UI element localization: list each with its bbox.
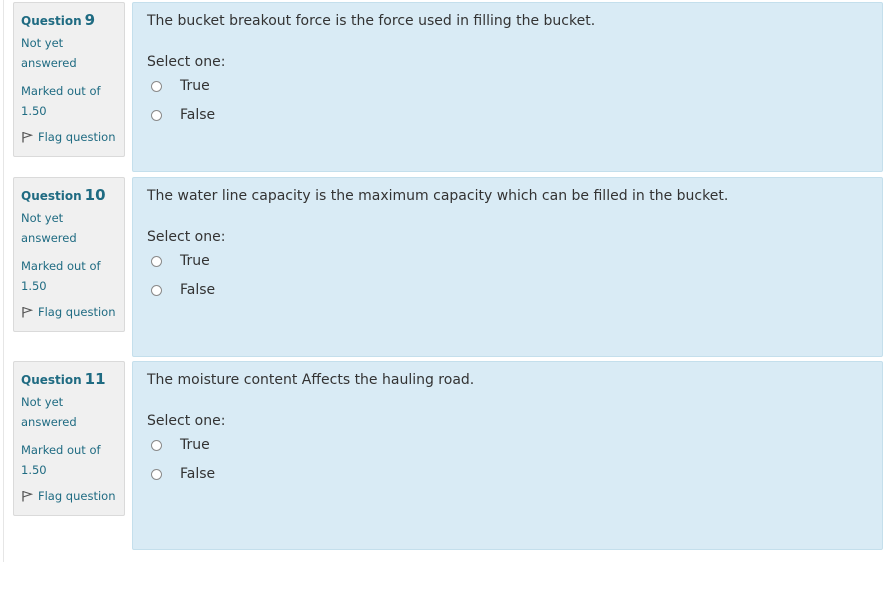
question-number: Question 10: [21, 186, 124, 204]
flag-label: Flag question: [38, 305, 116, 319]
flag-icon: [22, 490, 33, 502]
flag-icon: [22, 131, 33, 143]
question-number: Question 11: [21, 370, 124, 388]
question-number-value: 10: [84, 186, 106, 204]
question-number: Question 9: [21, 11, 124, 29]
question-content: The water line capacity is the maximum c…: [132, 177, 883, 357]
grade-line-2: 1.50: [21, 104, 47, 118]
flag-icon: [22, 306, 33, 318]
page-left-border: [3, 0, 4, 562]
radio-true[interactable]: [151, 255, 162, 267]
option-label: True: [180, 253, 210, 269]
state-line-2: answered: [21, 231, 77, 245]
option-false[interactable]: False: [151, 107, 215, 123]
option-false[interactable]: False: [151, 466, 215, 482]
flag-label: Flag question: [38, 130, 116, 144]
answer-prompt: Select one:: [147, 229, 226, 245]
question-info: Question 9 Not yet answered Marked out of 1…: [13, 2, 125, 157]
question-text: The water line capacity is the maximum c…: [147, 188, 729, 204]
answer-prompt: Select one:: [147, 413, 226, 429]
question-grade: Marked out of 1.50: [21, 440, 124, 480]
grade-line-2: 1.50: [21, 463, 47, 477]
option-label: False: [180, 466, 216, 482]
option-true[interactable]: True: [151, 78, 210, 94]
question-grade: Marked out of 1.50: [21, 81, 124, 121]
option-true[interactable]: True: [151, 437, 210, 453]
question-number-value: 11: [84, 370, 106, 388]
answer-prompt: Select one:: [147, 54, 226, 70]
question-info: Question 10 Not yet answered Marked out of…: [13, 177, 125, 332]
option-false[interactable]: False: [151, 282, 215, 298]
radio-false[interactable]: [151, 468, 162, 480]
flag-question-link[interactable]: Flag question: [21, 129, 124, 145]
question-content: The moisture content Affects the hauling…: [132, 361, 883, 550]
grade-line-2: 1.50: [21, 279, 47, 293]
question-state: Not yet answered: [21, 392, 124, 432]
question-label: Question: [21, 14, 82, 28]
option-label: True: [180, 437, 210, 453]
option-label: True: [180, 78, 210, 94]
question-content: The bucket breakout force is the force u…: [132, 2, 883, 172]
question-text: The moisture content Affects the hauling…: [147, 372, 475, 388]
question-text: The bucket breakout force is the force u…: [147, 13, 596, 29]
flag-label: Flag question: [38, 489, 116, 503]
question-info: Question 11 Not yet answered Marked out of…: [13, 361, 125, 516]
grade-line-1: Marked out of: [21, 84, 101, 98]
radio-false[interactable]: [151, 284, 162, 296]
radio-true[interactable]: [151, 80, 162, 92]
state-line-1: Not yet: [21, 395, 64, 409]
option-label: False: [180, 107, 216, 123]
question-label: Question: [21, 189, 82, 203]
radio-true[interactable]: [151, 439, 162, 451]
grade-line-1: Marked out of: [21, 443, 101, 457]
option-label: False: [180, 282, 216, 298]
state-line-1: Not yet: [21, 36, 64, 50]
grade-line-1: Marked out of: [21, 259, 101, 273]
radio-false[interactable]: [151, 109, 162, 121]
state-line-2: answered: [21, 415, 77, 429]
option-true[interactable]: True: [151, 253, 210, 269]
question-number-value: 9: [84, 11, 96, 29]
state-line-2: answered: [21, 56, 77, 70]
flag-question-link[interactable]: Flag question: [21, 304, 124, 320]
question-state: Not yet answered: [21, 33, 124, 73]
question-label: Question: [21, 373, 82, 387]
state-line-1: Not yet: [21, 211, 64, 225]
flag-question-link[interactable]: Flag question: [21, 488, 124, 504]
question-state: Not yet answered: [21, 208, 124, 248]
question-grade: Marked out of 1.50: [21, 256, 124, 296]
